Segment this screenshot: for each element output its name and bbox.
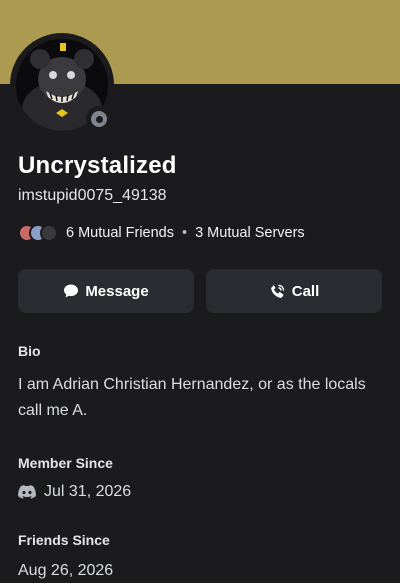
- message-button[interactable]: Message: [18, 269, 194, 313]
- discord-icon: [18, 485, 36, 499]
- call-button[interactable]: Call: [206, 269, 382, 313]
- friends-since-label: Friends Since: [18, 532, 110, 548]
- bio-label: Bio: [18, 343, 41, 359]
- member-since-label: Member Since: [18, 455, 113, 471]
- mutual-friends[interactable]: 6 Mutual Friends: [66, 225, 174, 241]
- member-since-row: Jul 31, 2026: [18, 481, 131, 503]
- display-name: Uncrystalized: [18, 152, 177, 179]
- mutuals-row[interactable]: 6 Mutual Friends • 3 Mutual Servers: [18, 222, 305, 244]
- chat-bubble-icon: [64, 284, 79, 298]
- phone-icon: [270, 284, 284, 298]
- mutual-friends-avatars: [18, 224, 58, 242]
- username[interactable]: imstupid0075_49138: [18, 187, 167, 205]
- mutual-avatar: [40, 224, 58, 242]
- message-button-label: Message: [85, 282, 149, 300]
- mutual-servers[interactable]: 3 Mutual Servers: [195, 225, 305, 241]
- friends-since-date: Aug 26, 2026: [18, 562, 114, 579]
- bio-text: I am Adrian Christian Hernandez, or as t…: [18, 376, 366, 419]
- call-button-label: Call: [291, 282, 320, 300]
- status-indicator: [86, 106, 112, 132]
- member-since-date: Jul 31, 2026: [44, 483, 132, 500]
- mutuals-separator: •: [182, 225, 188, 241]
